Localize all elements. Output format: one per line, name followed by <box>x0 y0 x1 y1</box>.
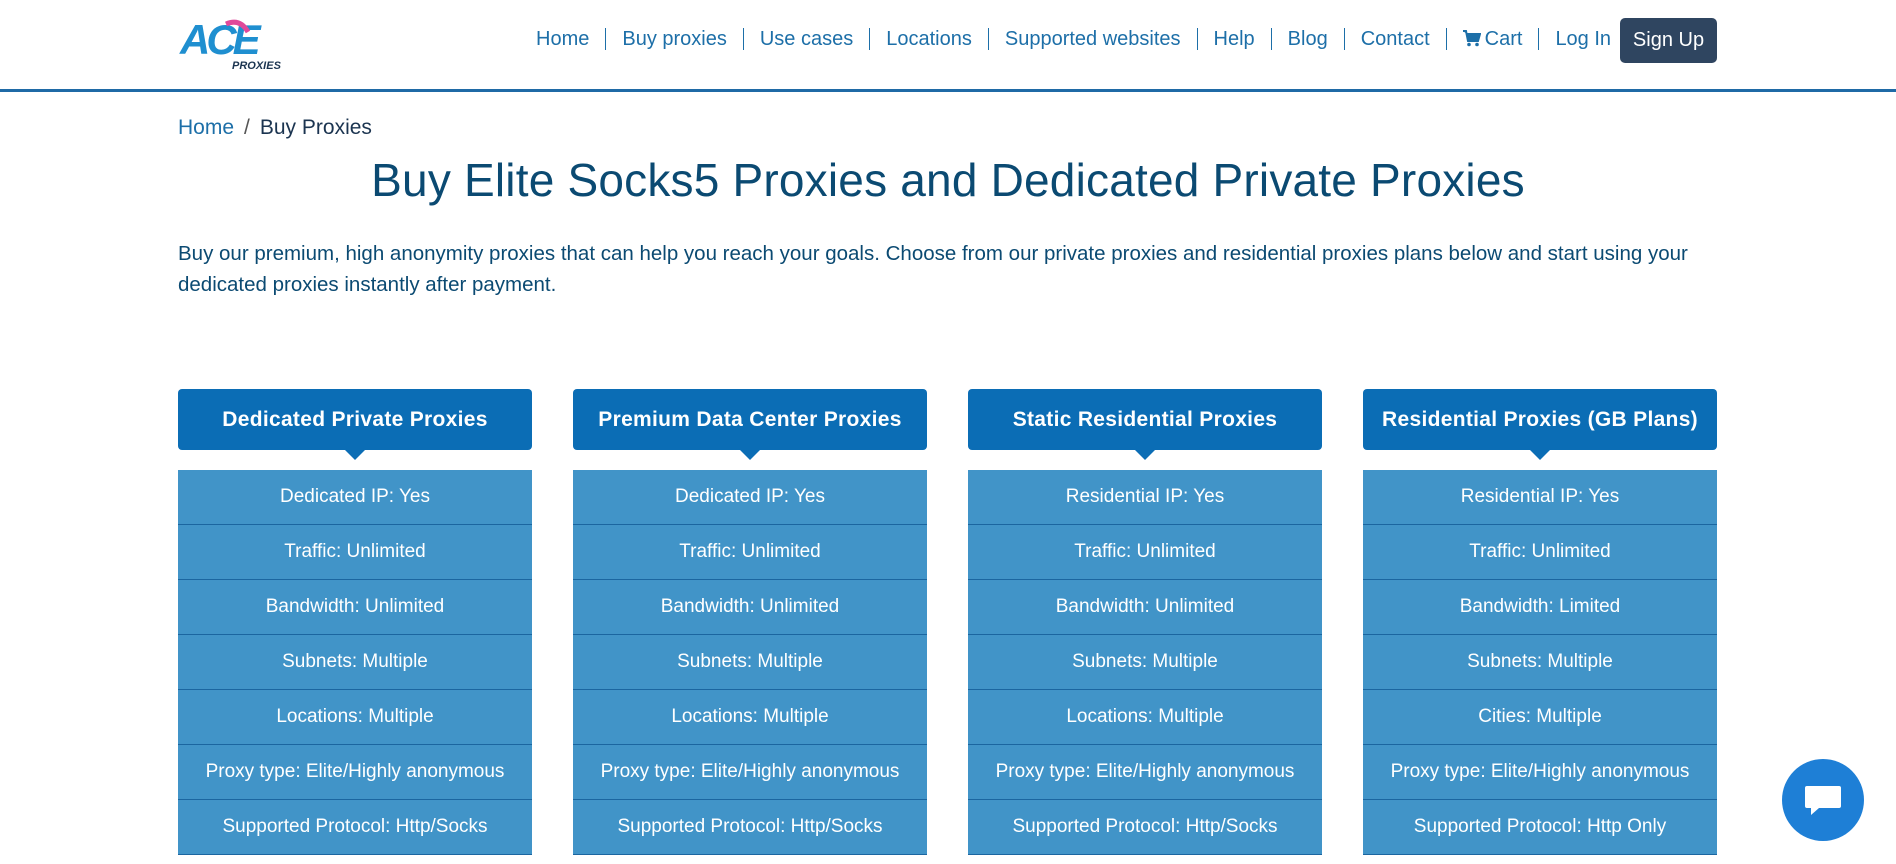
plan-feature: Dedicated IP: Yes <box>178 470 532 525</box>
plan-feature: Supported Protocol: Http/Socks <box>573 800 927 855</box>
plan-feature: Proxy type: Elite/Highly anonymous <box>178 745 532 800</box>
plan-feature: Bandwidth: Unlimited <box>178 580 532 635</box>
plan-title: Static Residential Proxies <box>1012 408 1278 431</box>
breadcrumb-home[interactable]: Home <box>178 116 234 140</box>
plan-features: Residential IP: Yes Traffic: Unlimited B… <box>1363 470 1717 855</box>
plan-features: Dedicated IP: Yes Traffic: Unlimited Ban… <box>573 470 927 855</box>
plan-card: Premium Data Center Proxies Dedicated IP… <box>573 389 927 855</box>
nav-home[interactable]: Home <box>520 20 605 58</box>
plan-card: Static Residential Proxies Residential I… <box>968 389 1322 855</box>
plan-feature: Traffic: Unlimited <box>968 525 1322 580</box>
plan-feature: Supported Protocol: Http/Socks <box>178 800 532 855</box>
nav-blog[interactable]: Blog <box>1272 20 1344 58</box>
nav-login[interactable]: Log In <box>1539 20 1627 58</box>
breadcrumb-current: Buy Proxies <box>259 116 372 139</box>
plan-feature: Locations: Multiple <box>968 690 1322 745</box>
plan-features: Dedicated IP: Yes Traffic: Unlimited Ban… <box>178 470 532 855</box>
plan-card: Dedicated Private Proxies Dedicated IP: … <box>178 389 532 855</box>
page-title: Buy Elite Socks5 Proxies and Dedicated P… <box>371 154 1525 206</box>
plan-header: Dedicated Private Proxies <box>178 389 532 460</box>
breadcrumb-separator: / <box>244 116 250 139</box>
breadcrumb: Home / Buy Proxies <box>178 116 372 140</box>
plan-feature: Proxy type: Elite/Highly anonymous <box>1363 745 1717 800</box>
plan-feature: Subnets: Multiple <box>178 635 532 690</box>
plan-header: Residential Proxies (GB Plans) <box>1363 389 1717 460</box>
plan-card: Residential Proxies (GB Plans) Residenti… <box>1363 389 1717 855</box>
ace-proxies-logo[interactable]: ACE PROXIES <box>178 14 298 74</box>
plan-header: Static Residential Proxies <box>968 389 1322 460</box>
plan-feature: Bandwidth: Unlimited <box>968 580 1322 635</box>
nav-locations[interactable]: Locations <box>870 20 988 58</box>
nav-use-cases[interactable]: Use cases <box>744 20 869 58</box>
nav-cart[interactable]: Cart <box>1447 20 1539 58</box>
plan-feature: Locations: Multiple <box>573 690 927 745</box>
logo-text: ACE <box>179 16 263 63</box>
plan-feature: Subnets: Multiple <box>573 635 927 690</box>
plan-feature: Supported Protocol: Http/Socks <box>968 800 1322 855</box>
plan-header-pointer <box>1529 449 1551 460</box>
plan-feature: Dedicated IP: Yes <box>573 470 927 525</box>
cart-icon <box>1462 30 1481 47</box>
main-nav: Home Buy proxies Use cases Locations Sup… <box>520 20 1627 58</box>
plan-feature: Traffic: Unlimited <box>573 525 927 580</box>
plan-header-pointer <box>344 449 366 460</box>
nav-buy-proxies[interactable]: Buy proxies <box>606 20 743 58</box>
plans-section: Dedicated Private Proxies Dedicated IP: … <box>178 389 1718 864</box>
nav-help[interactable]: Help <box>1198 20 1271 58</box>
plan-feature: Bandwidth: Unlimited <box>573 580 927 635</box>
plan-feature: Residential IP: Yes <box>1363 470 1717 525</box>
plan-feature: Cities: Multiple <box>1363 690 1717 745</box>
plan-header: Premium Data Center Proxies <box>573 389 927 460</box>
chat-icon <box>1805 786 1841 815</box>
nav-contact[interactable]: Contact <box>1345 20 1446 58</box>
plan-feature: Subnets: Multiple <box>968 635 1322 690</box>
plan-header-pointer <box>739 449 761 460</box>
plan-header-pointer <box>1134 449 1156 460</box>
chat-widget-button[interactable] <box>1782 759 1864 841</box>
plan-feature: Proxy type: Elite/Highly anonymous <box>573 745 927 800</box>
plan-feature: Bandwidth: Limited <box>1363 580 1717 635</box>
plan-feature: Traffic: Unlimited <box>178 525 532 580</box>
nav-supported-websites[interactable]: Supported websites <box>989 20 1197 58</box>
plan-title: Dedicated Private Proxies <box>222 408 488 431</box>
plan-feature: Locations: Multiple <box>178 690 532 745</box>
cart-label: Cart <box>1484 28 1523 50</box>
plan-title: Premium Data Center Proxies <box>598 408 902 431</box>
plan-feature: Supported Protocol: Http Only <box>1363 800 1717 855</box>
logo-subtext: PROXIES <box>232 60 282 72</box>
plan-features: Residential IP: Yes Traffic: Unlimited B… <box>968 470 1322 855</box>
plan-feature: Subnets: Multiple <box>1363 635 1717 690</box>
plan-title: Residential Proxies (GB Plans) <box>1382 408 1698 431</box>
site-header: ACE PROXIES Home Buy proxies Use cases L… <box>0 0 1896 92</box>
plan-feature: Residential IP: Yes <box>968 470 1322 525</box>
signup-button[interactable]: Sign Up <box>1620 18 1717 63</box>
intro-text: Buy our premium, high anonymity proxies … <box>178 242 1688 296</box>
plan-feature: Traffic: Unlimited <box>1363 525 1717 580</box>
plan-feature: Proxy type: Elite/Highly anonymous <box>968 745 1322 800</box>
